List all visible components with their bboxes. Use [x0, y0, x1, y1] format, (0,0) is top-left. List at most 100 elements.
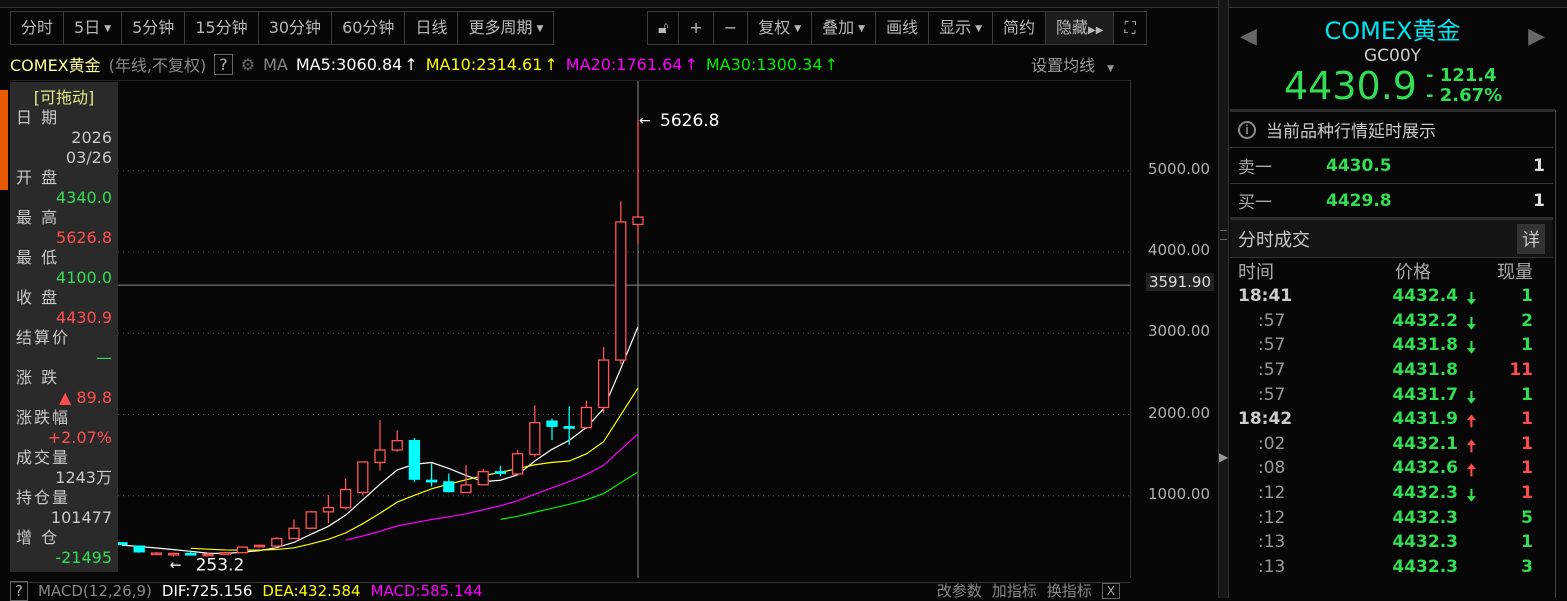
zoom-in-button[interactable]: + — [679, 12, 714, 44]
arrow-left-icon: ← — [639, 113, 651, 129]
ma-settings-button[interactable]: 设置均线 ▼ — [1031, 52, 1122, 76]
next-arrow-icon[interactable]: ▶ — [1528, 24, 1545, 49]
price-text: 4432.3 — [1392, 532, 1458, 553]
ma30-value: MA30:1300.34 — [705, 54, 823, 74]
candle-body — [632, 216, 644, 226]
trade-volume: 1 — [1521, 458, 1533, 479]
panel-splitter[interactable]: ▶ — [1218, 0, 1229, 598]
info-label: 涨跌幅 — [16, 408, 71, 427]
unlock-icon: 🔓︎ — [658, 18, 669, 37]
candlestick-chart[interactable]: 5626.8 ← 253.2 ← — [10, 80, 1130, 578]
trade-volume: 5 — [1521, 507, 1533, 528]
trade-time: 18:41 — [1238, 286, 1293, 307]
minus-icon: − — [723, 18, 738, 37]
grip-icon — [1220, 230, 1227, 240]
display-button[interactable]: 显示 ▼ — [929, 12, 994, 44]
price-change: - 121.4 — [1426, 65, 1497, 86]
trade-volume: 3 — [1521, 556, 1533, 577]
tools-toolbar: 🔓︎ + − 复权 ▼ 叠加 ▼ 画线 显示 ▼ 简约 隐藏▶▶ ⛶ — [647, 11, 1147, 45]
tab-label: 更多周期 — [468, 18, 533, 37]
trade-price: 4432.3 — [1348, 508, 1478, 528]
collapse-arrow-icon[interactable]: ▶ — [1219, 450, 1228, 464]
instrument-code: GC00Y — [1363, 46, 1422, 66]
tab-label: 5日 — [74, 18, 101, 37]
tab-30min[interactable]: 30分钟 — [259, 12, 333, 44]
label: 复权 — [758, 18, 791, 37]
ask-row: 卖一 4430.5 1 — [1230, 148, 1553, 184]
quote-header: ◀ ▶ COMEX黄金 GC00Y 4430.9 - 121.4 - 2.67% — [1230, 8, 1555, 112]
close-button[interactable]: X — [1101, 582, 1120, 599]
trade-row: :12 4432.3 5 — [1238, 505, 1545, 530]
lock-button[interactable]: 🔓︎ — [648, 12, 680, 44]
zoom-out-button[interactable]: − — [714, 12, 749, 44]
top-menu-strip — [0, 0, 1567, 8]
candle-body — [167, 552, 180, 556]
prev-arrow-icon[interactable]: ◀ — [1240, 24, 1257, 49]
price-axis: 1000.00 2000.00 3000.00 4000.00 5000.00 3591.… — [1130, 80, 1218, 578]
trades-title: 分时成交 — [1238, 229, 1310, 251]
draw-button[interactable]: 画线 — [876, 12, 930, 44]
price-text: 4431.7 — [1392, 384, 1458, 405]
info-label: 持仓量 — [16, 488, 71, 507]
dea-value: DEA:432.584 — [262, 581, 361, 600]
info-value: 5626.8 — [56, 228, 112, 247]
fullscreen-button[interactable]: ⛶ — [1114, 12, 1145, 44]
candle-body — [580, 406, 593, 429]
trades-columns: 时间 价格 现量 — [1230, 258, 1553, 284]
candle-body — [322, 506, 335, 513]
trade-time: :02 — [1258, 433, 1286, 454]
gear-icon[interactable]: ⚙ — [241, 55, 255, 74]
trade-price: 4431.8 — [1348, 360, 1478, 380]
ask-volume: 1 — [1533, 155, 1545, 176]
tab-5min[interactable]: 5分钟 — [122, 12, 186, 44]
tab-5day[interactable]: 5日 ▼ — [64, 12, 123, 44]
info-panel[interactable]: [可拖动] 日 期 2026 03/26 开 盘 4340.0 最 高 5626.8 最 低4… — [10, 82, 118, 572]
tab-15min[interactable]: 15分钟 — [185, 12, 259, 44]
trade-row: :12 4432.3 🠇 1 — [1238, 481, 1545, 506]
trades-header: 分时成交 详 — [1230, 220, 1553, 258]
tab-60min[interactable]: 60分钟 — [332, 12, 406, 44]
trade-row: 18:41 4432.4 🠇 1 — [1238, 284, 1545, 309]
last-price: 4430.9 — [1284, 64, 1417, 108]
bid-price: 4429.8 — [1326, 190, 1392, 211]
notice-text: 当前品种行情延时展示 — [1266, 122, 1436, 142]
label: 隐藏 — [1056, 18, 1089, 37]
candle-body — [391, 440, 403, 451]
candle-body — [305, 511, 317, 529]
trade-time: :57 — [1258, 310, 1286, 331]
trade-price: 4432.3 — [1348, 532, 1478, 552]
trade-volume: 1 — [1521, 409, 1533, 430]
side-tab-marker[interactable] — [0, 90, 8, 190]
trade-row: :57 4431.8 🠇 1 — [1238, 333, 1545, 358]
info-label: 增 仓 — [16, 528, 60, 547]
price-text: 4431.9 — [1392, 409, 1458, 430]
price-text: 4432.4 — [1392, 286, 1458, 307]
ma10-value: MA10:2314.61 — [425, 54, 543, 74]
candle-body — [460, 484, 472, 494]
trades-list[interactable]: 18:41 4432.4 🠇 1:57 4432.2 🠇 2:57 4431.8 🠇 1:57 44… — [1230, 284, 1553, 579]
info-label: 成交量 — [16, 448, 71, 467]
y-tick-label: 2000.00 — [1147, 403, 1210, 422]
help-button[interactable]: ? — [214, 53, 233, 75]
tab-daily[interactable]: 日线 — [405, 12, 459, 44]
caret-down-icon: ▼ — [975, 23, 983, 34]
tab-more-periods[interactable]: 更多周期 ▼ — [458, 12, 553, 44]
info-label: 涨 跌 — [16, 368, 60, 387]
detail-button[interactable]: 详 — [1517, 223, 1545, 254]
side-panel-edge — [1555, 110, 1567, 598]
hide-button[interactable]: 隐藏▶▶ — [1046, 12, 1115, 44]
tab-intraday[interactable]: 分时 — [11, 12, 65, 44]
price-text: 4432.6 — [1392, 458, 1458, 479]
overlay-button[interactable]: 叠加 ▼ — [812, 12, 877, 44]
trade-volume: 1 — [1521, 433, 1533, 454]
adjust-button[interactable]: 复权 ▼ — [748, 12, 813, 44]
info-icon: i — [1238, 120, 1256, 139]
info-value: — — [96, 348, 112, 367]
candle-body — [253, 544, 266, 548]
simple-button[interactable]: 简约 — [993, 12, 1047, 44]
chart-title: COMEX黄金 — [10, 56, 101, 75]
trade-price: 4432.6 🠅 — [1348, 458, 1478, 481]
info-value: 101477 — [50, 508, 112, 527]
price-change-pct: - 2.67% — [1426, 85, 1503, 106]
chart-mode: (年线,不复权) — [108, 56, 207, 75]
